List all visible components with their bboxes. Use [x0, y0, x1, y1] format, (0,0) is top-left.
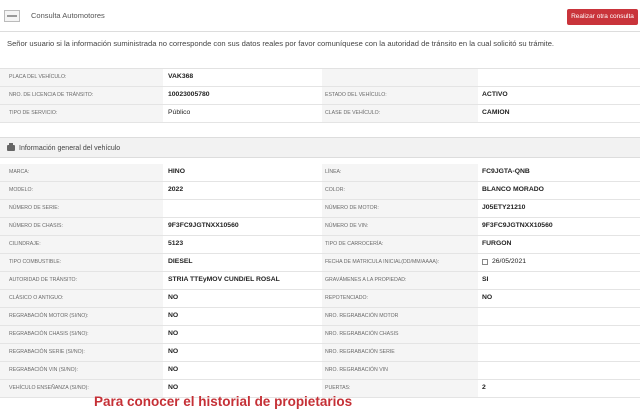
- field-value: J05ETY21210: [482, 204, 526, 211]
- field-value: SI: [482, 276, 489, 283]
- new-query-button[interactable]: Realizar otra consulta: [567, 9, 638, 25]
- table-row: REGRABACIÓN CHASIS (SI/NO): NO NRO. REGR…: [0, 326, 640, 344]
- top-bar: Consulta Automotores Realizar otra consu…: [0, 0, 640, 32]
- field-value: NO: [168, 294, 179, 301]
- field-value: NO: [482, 294, 493, 301]
- field-value: 2: [482, 384, 486, 391]
- table-row: CLÁSICO O ANTIGUO: NO REPOTENCIADO: NO: [0, 290, 640, 308]
- field-label: REPOTENCIADO:: [325, 295, 368, 301]
- plate-value: VAK368: [168, 73, 194, 80]
- field-value: NO: [168, 330, 179, 337]
- field-value: HINO: [168, 168, 185, 175]
- field-label: REGRABACIÓN CHASIS (SI/NO):: [9, 331, 89, 337]
- field-label: TIPO DE CARROCERÍA:: [325, 241, 384, 247]
- field-value: FC9JGTA-QNB: [482, 168, 530, 175]
- table-row: PLACA DEL VEHÍCULO: VAK368: [0, 69, 640, 87]
- field-value: NO: [168, 348, 179, 355]
- field-value: Público: [168, 109, 191, 116]
- table-row: MARCA: HINO LÍNEA: FC9JGTA-QNB: [0, 164, 640, 182]
- field-value: NO: [168, 312, 179, 319]
- table-row: NRO. DE LICENCIA DE TRÁNSITO: 1002300578…: [0, 87, 640, 105]
- table-row: TIPO COMBUSTIBLE: DIESEL FECHA DE MATRIC…: [0, 254, 640, 272]
- field-value: CAMION: [482, 109, 510, 116]
- table-row: MODELO: 2022 COLOR: BLANCO MORADO: [0, 182, 640, 200]
- field-label: PUERTAS:: [325, 385, 351, 391]
- field-label: NÚMERO DE VIN:: [325, 223, 369, 229]
- page-title: Consulta Automotores: [31, 11, 105, 20]
- field-label: PLACA DEL VEHÍCULO:: [9, 74, 67, 80]
- general-info-panel: MARCA: HINO LÍNEA: FC9JGTA-QNB MODELO: 2…: [0, 164, 640, 398]
- field-label: REGRABACIÓN MOTOR (SI/NO):: [9, 313, 89, 319]
- field-label: MODELO:: [9, 187, 33, 193]
- field-value: 9F3FC9JGTNXX10560: [168, 222, 239, 229]
- field-value: 9F3FC9JGTNXX10560: [482, 222, 553, 229]
- summary-panel: PLACA DEL VEHÍCULO: VAK368 NRO. DE LICEN…: [0, 68, 640, 123]
- section-header: Información general del vehículo: [0, 137, 640, 158]
- field-label: TIPO COMBUSTIBLE:: [9, 259, 62, 265]
- field-label: VEHÍCULO ENSEÑANZA (SI/NO):: [9, 385, 89, 391]
- table-row: AUTORIDAD DE TRÁNSITO: STRIA TTEyMOV CUN…: [0, 272, 640, 290]
- field-label: FECHA DE MATRICULA INICIAL(DD/MM/AAAA):: [325, 259, 440, 265]
- table-row: REGRABACIÓN MOTOR (SI/NO): NO NRO. REGRA…: [0, 308, 640, 326]
- field-label: NRO. REGRABACIÓN MOTOR: [325, 313, 399, 319]
- table-row: TIPO DE SERVICIO: Público CLASE DE VEHÍC…: [0, 105, 640, 123]
- table-row: REGRABACIÓN VIN (SI/NO): NO NRO. REGRABA…: [0, 362, 640, 380]
- field-value: STRIA TTEyMOV CUND/EL ROSAL: [168, 276, 280, 283]
- field-value: BLANCO MORADO: [482, 186, 544, 193]
- field-value: DIESEL: [168, 258, 193, 265]
- section-title: Información general del vehículo: [19, 145, 121, 152]
- field-label: CLÁSICO O ANTIGUO:: [9, 295, 64, 301]
- table-row: NÚMERO DE SERIE: NÚMERO DE MOTOR: J05ETY…: [0, 200, 640, 218]
- field-label: NÚMERO DE SERIE:: [9, 205, 60, 211]
- field-label: LÍNEA:: [325, 169, 342, 175]
- field-value: NO: [168, 366, 179, 373]
- field-label: AUTORIDAD DE TRÁNSITO:: [9, 277, 78, 283]
- field-label: NRO. REGRABACIÓN VIN: [325, 367, 388, 373]
- table-row: NÚMERO DE CHASIS: 9F3FC9JGTNXX10560 NÚME…: [0, 218, 640, 236]
- field-label: REGRABACIÓN SERIE (SI/NO):: [9, 349, 85, 355]
- field-label: TIPO DE SERVICIO:: [9, 110, 58, 116]
- field-label: CLASE DE VEHÍCULO:: [325, 110, 381, 116]
- field-label: NÚMERO DE CHASIS:: [9, 223, 63, 229]
- field-label: ESTADO DEL VEHÍCULO:: [325, 92, 387, 98]
- field-value: 5123: [168, 240, 184, 247]
- table-row: CILINDRAJE: 5123 TIPO DE CARROCERÍA: FUR…: [0, 236, 640, 254]
- caption-text: Para conocer el historial de propietario…: [94, 394, 353, 409]
- field-label: NRO. REGRABACIÓN SERIE: [325, 349, 395, 355]
- field-label: NRO. DE LICENCIA DE TRÁNSITO:: [9, 92, 94, 98]
- field-label: COLOR:: [325, 187, 345, 193]
- user-notice: Señor usuario si la información suminist…: [7, 39, 555, 48]
- field-label: NÚMERO DE MOTOR:: [325, 205, 379, 211]
- app-logo-icon: [4, 10, 20, 22]
- field-label: GRAVÁMENES A LA PROPIEDAD:: [325, 277, 407, 283]
- table-row: REGRABACIÓN SERIE (SI/NO): NO NRO. REGRA…: [0, 344, 640, 362]
- calendar-icon: [482, 259, 488, 265]
- field-label: CILINDRAJE:: [9, 241, 41, 247]
- car-icon: [7, 143, 15, 151]
- field-value: NO: [168, 384, 179, 391]
- field-label: NRO. REGRABACIÓN CHASIS: [325, 331, 399, 337]
- field-value: 2022: [168, 186, 184, 193]
- field-value: 10023005780: [168, 91, 210, 98]
- field-value: FURGON: [482, 240, 512, 247]
- field-value: ACTIVO: [482, 91, 508, 98]
- registration-date-value: 26/05/2021: [492, 258, 527, 265]
- field-label: REGRABACIÓN VIN (SI/NO):: [9, 367, 78, 373]
- field-label: MARCA:: [9, 169, 30, 175]
